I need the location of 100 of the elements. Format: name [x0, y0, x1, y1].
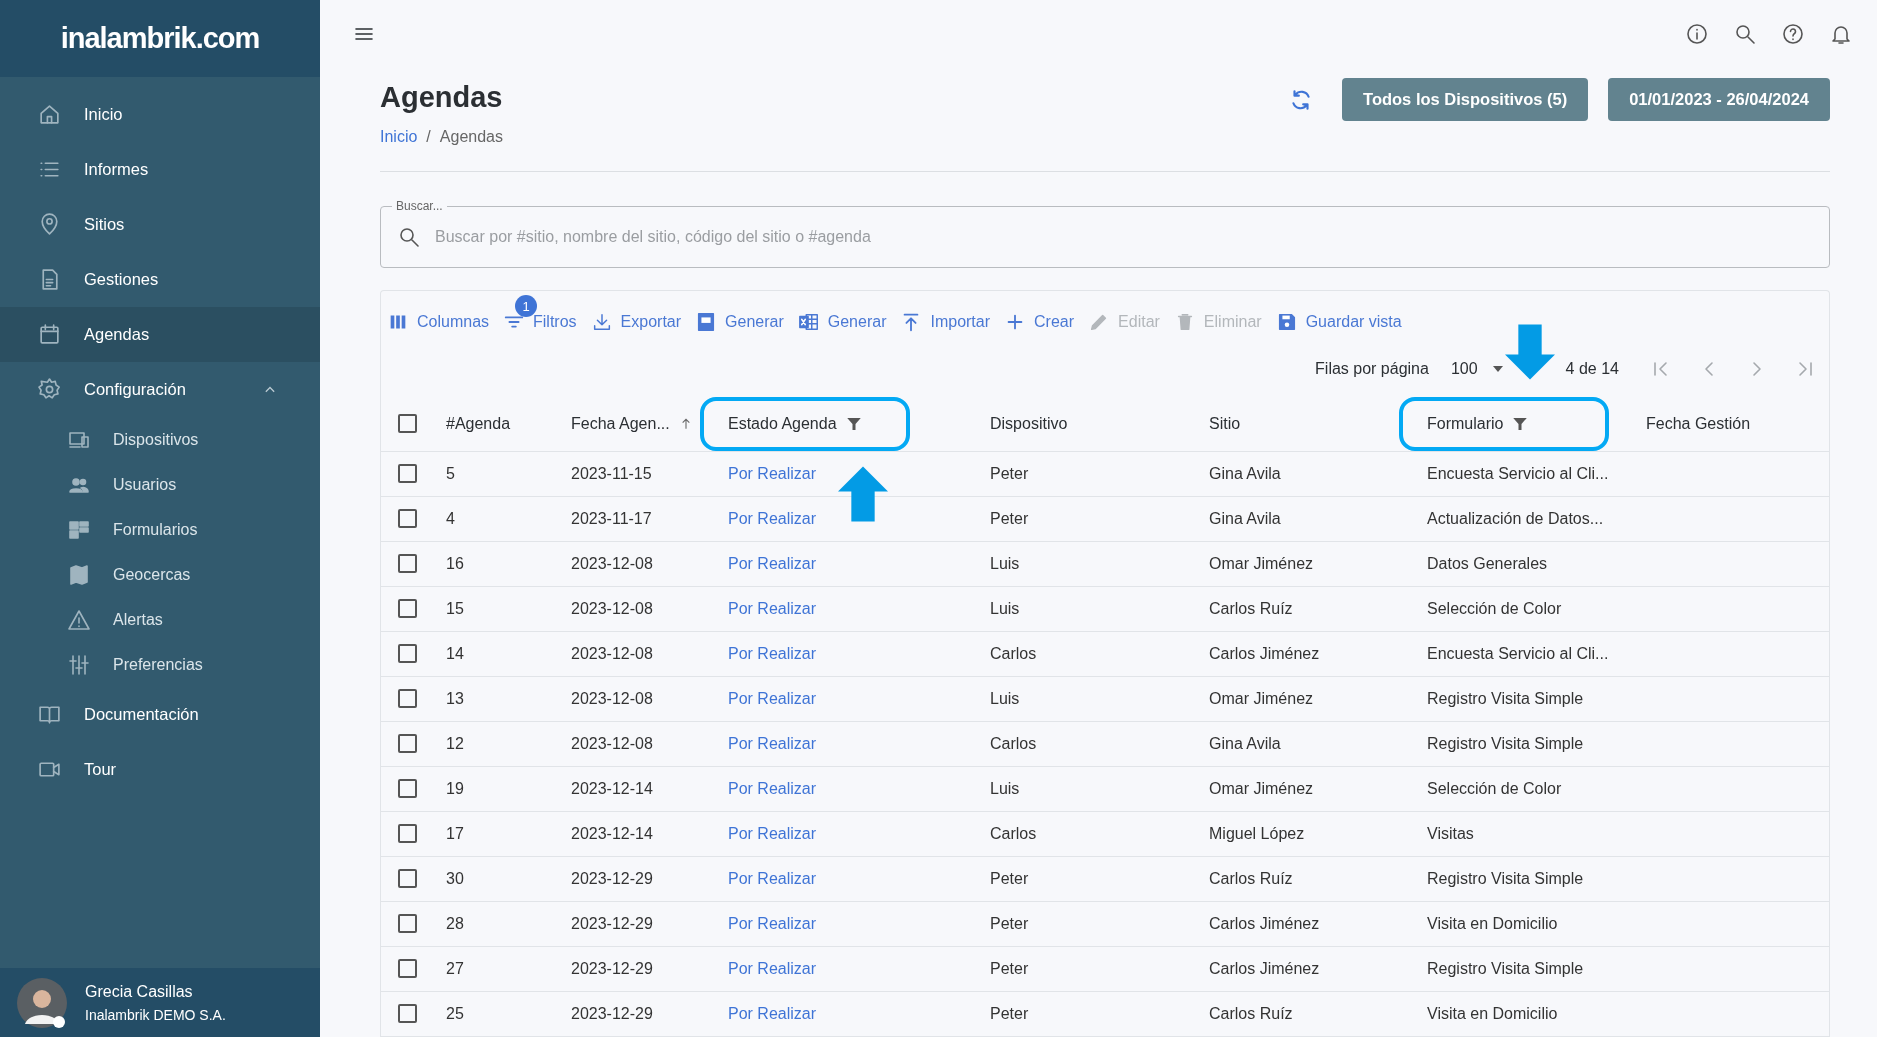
status-link[interactable]: Por Realizar: [728, 555, 817, 572]
sidebar-item[interactable]: Inicio: [0, 87, 320, 142]
table-cell: 2023-12-14: [571, 825, 653, 842]
breadcrumb-link[interactable]: Inicio: [380, 128, 418, 146]
column-header[interactable]: Sitio: [1209, 415, 1241, 433]
checkbox[interactable]: [398, 913, 417, 933]
table-cell: 2023-12-08: [571, 600, 653, 617]
table-cell: 2023-12-08: [571, 735, 653, 752]
table-cell: Visitas: [1427, 825, 1474, 842]
table-cell: 12: [446, 735, 464, 752]
toolbar-button[interactable]: Crear: [1004, 311, 1075, 333]
checkbox[interactable]: [398, 553, 417, 573]
filter-button[interactable]: Todos los Dispositivos (5): [1342, 78, 1589, 121]
sidebar-subitem[interactable]: Alertas: [0, 597, 320, 642]
page-title: Agendas: [380, 81, 503, 114]
status-link[interactable]: Por Realizar: [728, 510, 817, 527]
table-cell: 2023-11-15: [571, 465, 652, 482]
checkbox[interactable]: [398, 733, 417, 753]
table-cell: Omar Jiménez: [1209, 780, 1314, 797]
table-cell: Carlos Jiménez: [1209, 915, 1320, 932]
sidebar-subitem[interactable]: Geocercas: [0, 552, 320, 597]
status-link[interactable]: Por Realizar: [728, 780, 817, 797]
table-cell: Datos Generales: [1427, 555, 1548, 572]
table-cell: Luis: [990, 555, 1020, 572]
status-link[interactable]: Por Realizar: [728, 915, 817, 932]
status-link[interactable]: Por Realizar: [728, 870, 817, 887]
checkbox[interactable]: [398, 643, 417, 663]
table-cell: Peter: [990, 870, 1029, 887]
table-cell: Registro Visita Simple: [1427, 690, 1584, 707]
sidebar-subitem[interactable]: Usuarios: [0, 462, 320, 507]
sidebar-subitem[interactable]: Formularios: [0, 507, 320, 552]
table-cell: Visita en Domicilio: [1427, 1005, 1558, 1022]
rows-per-page-select[interactable]: 100: [1450, 360, 1504, 378]
sidebar-item[interactable]: Gestiones: [0, 252, 320, 307]
caret-icon: [1491, 365, 1504, 373]
sidebar-subitem[interactable]: Preferencias: [0, 642, 320, 687]
table-cell: Encuesta Servicio al Cli...: [1427, 465, 1609, 482]
sidebar-item[interactable]: Configuración: [0, 362, 320, 417]
sidebar-item[interactable]: Agendas: [0, 307, 320, 362]
map-icon: [67, 562, 91, 587]
table-cell: Gina Avila: [1209, 510, 1281, 527]
status-link[interactable]: Por Realizar: [728, 600, 817, 617]
table-cell: 2023-12-29: [571, 960, 653, 977]
home-icon: [37, 102, 62, 127]
status-link[interactable]: Por Realizar: [728, 645, 817, 662]
table-cell: Carlos Jiménez: [1209, 960, 1320, 977]
checkbox[interactable]: [398, 598, 417, 618]
checkbox[interactable]: [398, 508, 417, 528]
toolbar-button[interactable]: Exportar: [590, 311, 682, 333]
status-link[interactable]: Por Realizar: [728, 465, 817, 482]
table-cell: Omar Jiménez: [1209, 555, 1314, 572]
checkbox[interactable]: [398, 868, 417, 888]
status-link[interactable]: Por Realizar: [728, 690, 817, 707]
checkbox[interactable]: [398, 778, 417, 798]
table-cell: Omar Jiménez: [1209, 690, 1314, 707]
toolbar-button[interactable]: Importar: [900, 311, 991, 333]
table-cell: 2023-12-14: [571, 780, 653, 797]
column-header[interactable]: Dispositivo: [990, 415, 1068, 433]
toolbar-button[interactable]: Generar: [695, 311, 784, 333]
page-range: 4 de 14: [1565, 360, 1619, 378]
sidebar-item[interactable]: Tour: [0, 742, 320, 797]
column-header[interactable]: #Agenda: [446, 415, 511, 433]
toolbar-button[interactable]: Generar: [797, 311, 887, 333]
toolbar-button[interactable]: Columnas: [387, 311, 490, 333]
table-cell: 17: [446, 825, 464, 842]
table-cell: 16: [446, 555, 464, 572]
column-header[interactable]: Formulario: [1427, 415, 1504, 433]
info-icon: [1685, 22, 1709, 46]
search-icon: [397, 225, 421, 249]
toolbar-button[interactable]: Guardar vista: [1275, 311, 1402, 333]
table-cell: 19: [446, 780, 464, 797]
checkbox[interactable]: [398, 1003, 417, 1023]
sidebar-item[interactable]: Sitios: [0, 197, 320, 252]
calendar-icon: [37, 322, 62, 347]
table-cell: 28: [446, 915, 464, 932]
checkbox[interactable]: [398, 823, 417, 843]
status-link[interactable]: Por Realizar: [728, 735, 817, 752]
column-header[interactable]: Fecha Gestión: [1646, 415, 1751, 433]
filter-button[interactable]: 01/01/2023 - 26/04/2024: [1608, 78, 1830, 121]
sidebar-item[interactable]: Informes: [0, 142, 320, 197]
checkbox[interactable]: [398, 413, 417, 433]
toolbar-button[interactable]: Filtros 1: [503, 295, 577, 333]
table-cell: Selección de Color: [1427, 780, 1562, 797]
status-link[interactable]: Por Realizar: [728, 825, 817, 842]
table-cell: Carlos Ruíz: [1209, 1005, 1293, 1022]
table-cell: Visita en Domicilio: [1427, 915, 1558, 932]
sidebar-subitem[interactable]: Dispositivos: [0, 417, 320, 462]
table-cell: Peter: [990, 465, 1029, 482]
table-cell: Selección de Color: [1427, 600, 1562, 617]
table-cell: Actualización de Datos...: [1427, 510, 1604, 527]
status-link[interactable]: Por Realizar: [728, 1005, 817, 1022]
checkbox[interactable]: [398, 463, 417, 483]
company-name: Inalambrik DEMO S.A.: [85, 1006, 226, 1023]
checkbox[interactable]: [398, 688, 417, 708]
sidebar-item[interactable]: Documentación: [0, 687, 320, 742]
table-cell: Luis: [990, 780, 1020, 797]
column-header[interactable]: Fecha Agen...: [571, 415, 670, 433]
checkbox[interactable]: [398, 958, 417, 978]
column-header[interactable]: Estado Agenda: [728, 415, 837, 433]
status-link[interactable]: Por Realizar: [728, 960, 817, 977]
